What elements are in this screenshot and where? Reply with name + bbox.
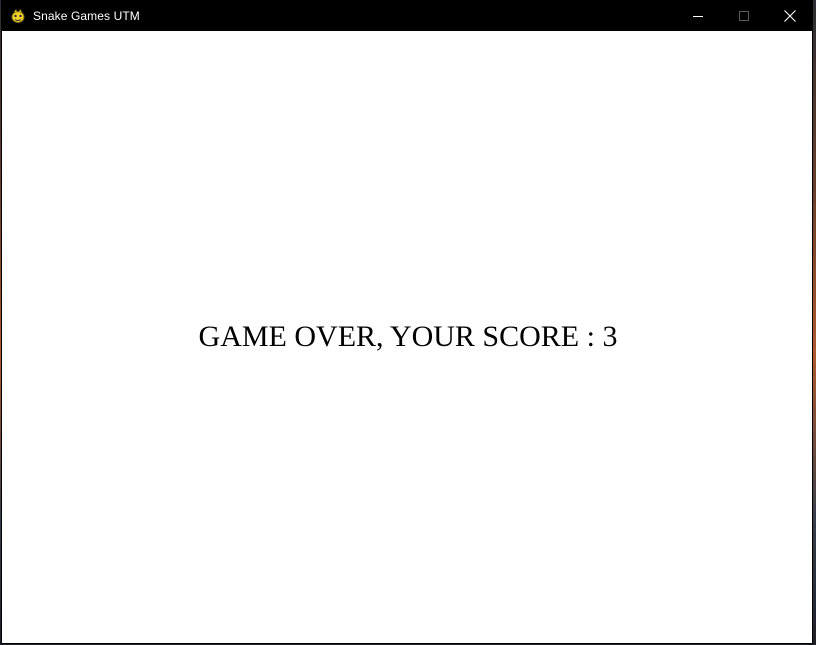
game-over-message: GAME OVER, YOUR SCORE : 3 bbox=[198, 320, 618, 353]
game-canvas[interactable]: GAME OVER, YOUR SCORE : 3 bbox=[2, 31, 812, 643]
close-icon bbox=[784, 9, 796, 22]
maximize-icon bbox=[739, 10, 749, 21]
close-button[interactable] bbox=[767, 0, 813, 31]
maximize-button[interactable] bbox=[721, 0, 767, 31]
window-title: Snake Games UTM bbox=[33, 8, 140, 23]
game-window: Snake Games UTM GAME OVER, YOUR SCORE: … bbox=[1, 0, 813, 644]
minimize-icon bbox=[693, 11, 703, 21]
title-bar[interactable]: Snake Games UTM bbox=[1, 0, 813, 31]
pygame-snake-icon bbox=[10, 8, 26, 24]
window-controls bbox=[675, 0, 813, 31]
minimize-button[interactable] bbox=[675, 0, 721, 31]
